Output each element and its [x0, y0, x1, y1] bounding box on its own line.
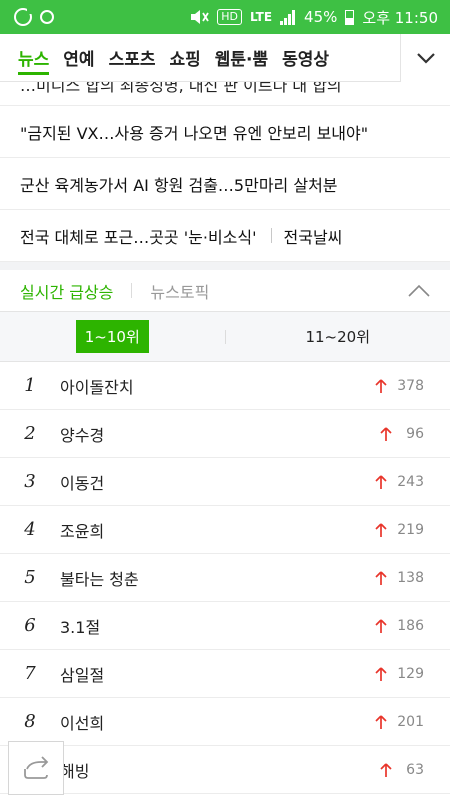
app-o-icon: [40, 10, 54, 24]
up-arrow-icon: [380, 426, 392, 441]
rank-row[interactable]: 1 아이돌잔치 378: [0, 362, 450, 410]
divider: [131, 283, 133, 298]
rank-change-value: 219: [397, 521, 424, 538]
rank-change-value: 129: [397, 665, 424, 682]
headline-item[interactable]: 군산 육계농가서 AI 항원 검출…5만마리 살처분: [0, 158, 450, 210]
chevron-up-icon: [408, 284, 430, 297]
mute-icon: [191, 10, 210, 24]
more-tabs-button[interactable]: [400, 34, 450, 82]
rank-number: 5: [24, 567, 36, 588]
rank-change-value: 138: [397, 569, 424, 586]
tab-video[interactable]: 동영상: [275, 34, 336, 81]
rank-row[interactable]: 7 삼일절 129: [0, 650, 450, 698]
clock: 오후 11:50: [362, 8, 438, 27]
rank-keyword: 이동건: [60, 473, 105, 493]
share-button[interactable]: [8, 741, 64, 795]
rank-keyword: 양수경: [60, 425, 105, 445]
rank-row[interactable]: 5 불타는 청춘 138: [0, 554, 450, 602]
rank-row[interactable]: 6 3.1절 186: [0, 602, 450, 650]
up-arrow-icon: [375, 378, 387, 393]
app-g-icon: [14, 8, 33, 26]
rank-keyword: 조윤희: [60, 521, 105, 541]
rank-change-value: 186: [397, 617, 424, 634]
category-tab-bar: 뉴스 연예 스포츠 쇼핑 웹툰·뿜 동영상: [0, 34, 450, 82]
rank-change-value: 96: [406, 425, 424, 442]
signal-icon: [280, 9, 296, 25]
headline-item[interactable]: 전국 대체로 포근…곳곳 '눈·비소식' 전국날씨: [0, 210, 450, 262]
tab-sports[interactable]: 스포츠: [102, 34, 163, 81]
up-arrow-icon: [375, 618, 387, 633]
rank-change-value: 201: [397, 713, 424, 730]
up-arrow-icon: [375, 474, 387, 489]
tab-rank-1-10[interactable]: 1~10위: [0, 312, 225, 361]
rank-keyword: 3.1절: [60, 617, 101, 637]
share-icon: [24, 756, 49, 779]
tab-realtime-rising[interactable]: 실시간 급상승: [20, 279, 113, 303]
rank-change-value: 378: [397, 377, 424, 394]
headline-item[interactable]: "금지된 VX…사용 증거 나오면 유엔 안보리 보내야": [0, 106, 450, 158]
up-arrow-icon: [375, 714, 387, 729]
up-arrow-icon: [380, 762, 392, 777]
rank-change-value: 63: [406, 761, 424, 778]
up-arrow-icon: [375, 570, 387, 585]
up-arrow-icon: [375, 522, 387, 537]
rank-keyword: 이선희: [60, 713, 105, 733]
rank-number: 1: [24, 375, 36, 396]
hd-voice-badge: HD: [217, 9, 242, 25]
headline-partial[interactable]: …미니스 합의 최종성명, 대신 판 이르다 대 합의: [0, 82, 450, 106]
tab-news-topic[interactable]: 뉴스토픽: [150, 279, 209, 303]
tab-rank-11-20[interactable]: 11~20위: [226, 312, 450, 361]
section-gap: [0, 262, 450, 270]
rank-keyword: 불타는 청춘: [60, 569, 139, 589]
rank-keyword: 아이돌잔치: [60, 377, 134, 397]
rank-list: 1 아이돌잔치 378 2 양수경 96 3 이동건 243 4 조윤희 219…: [0, 362, 450, 794]
rank-keyword: 삼일절: [60, 665, 105, 685]
rank-row[interactable]: 8 이선희 201: [0, 698, 450, 746]
divider: [270, 228, 272, 243]
weather-link[interactable]: 전국날씨: [284, 224, 343, 248]
rank-number: 3: [24, 471, 36, 492]
rank-change-value: 243: [397, 473, 424, 490]
chevron-down-icon: [416, 53, 435, 64]
battery-percent: 45%: [304, 8, 338, 26]
rank-row[interactable]: 2 양수경 96: [0, 410, 450, 458]
rank-row[interactable]: 9 해빙 63: [0, 746, 450, 794]
rank-range-tabs: 1~10위 11~20위: [0, 312, 450, 362]
rank-number: 7: [24, 663, 36, 684]
lte-indicator: LTE: [250, 10, 273, 24]
tab-shopping[interactable]: 쇼핑: [162, 34, 207, 81]
rank-number: 2: [24, 423, 36, 444]
tab-entertainment[interactable]: 연예: [56, 34, 101, 81]
rank-row[interactable]: 4 조윤희 219: [0, 506, 450, 554]
rank-keyword: 해빙: [60, 761, 90, 781]
status-bar: HD LTE 45% 오후 11:50: [0, 0, 450, 34]
tab-webtoon[interactable]: 웹툰·뿜: [208, 34, 275, 81]
rank-number: 8: [24, 711, 36, 732]
tab-news[interactable]: 뉴스: [0, 34, 56, 81]
rank-row[interactable]: 3 이동건 243: [0, 458, 450, 506]
realtime-header: 실시간 급상승 뉴스토픽: [0, 270, 450, 312]
battery-icon: [345, 9, 355, 25]
up-arrow-icon: [375, 666, 387, 681]
rank-number: 6: [24, 615, 36, 636]
collapse-button[interactable]: [404, 276, 434, 306]
rank-number: 4: [24, 519, 36, 540]
